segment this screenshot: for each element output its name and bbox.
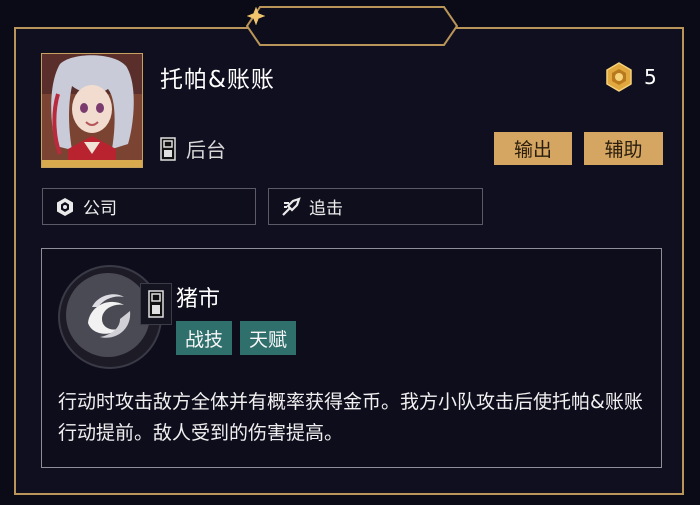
role-tag-output[interactable]: 输出 (494, 132, 572, 165)
company-icon (57, 197, 73, 216)
portrait-rarity-bar (42, 160, 142, 167)
character-portrait (41, 53, 143, 168)
gold-coin-icon (606, 62, 632, 92)
skill-tag-skill[interactable]: 战技 (176, 321, 233, 355)
skill-tags: 战技 天赋 (176, 321, 297, 355)
skill-name: 猪市 (176, 287, 221, 312)
rarity-crown (246, 6, 458, 46)
faction-box[interactable]: 公司 (42, 188, 256, 225)
follow-up-icon (282, 196, 301, 216)
cost-value: 5 (644, 65, 657, 89)
path-label: 追击 (309, 199, 343, 219)
character-name: 托帕&账账 (160, 67, 275, 93)
star-icon (247, 7, 265, 25)
skill-tag-talent[interactable]: 天赋 (240, 321, 297, 355)
skill-description: 行动时攻击敌方全体并有概率获得金币。我方小队攻击后使托帕&账账行动提前。敌人受到… (58, 391, 643, 444)
path-box[interactable]: 追击 (268, 188, 483, 225)
backline-icon (160, 136, 176, 161)
position-info: 后台 (160, 134, 226, 163)
position-label: 后台 (186, 138, 226, 162)
backline-icon (148, 290, 164, 318)
faction-label: 公司 (83, 199, 117, 219)
skill-icon-frame (58, 265, 172, 369)
cost-display: 5 (604, 62, 657, 92)
skill-position-badge (140, 283, 172, 325)
role-tag-support[interactable]: 辅助 (584, 132, 663, 165)
skill-panel: 猪市 战技 天赋 行动时攻击敌方全体并有概率获得金币。我方小队攻击后使托帕&账账… (41, 248, 662, 468)
